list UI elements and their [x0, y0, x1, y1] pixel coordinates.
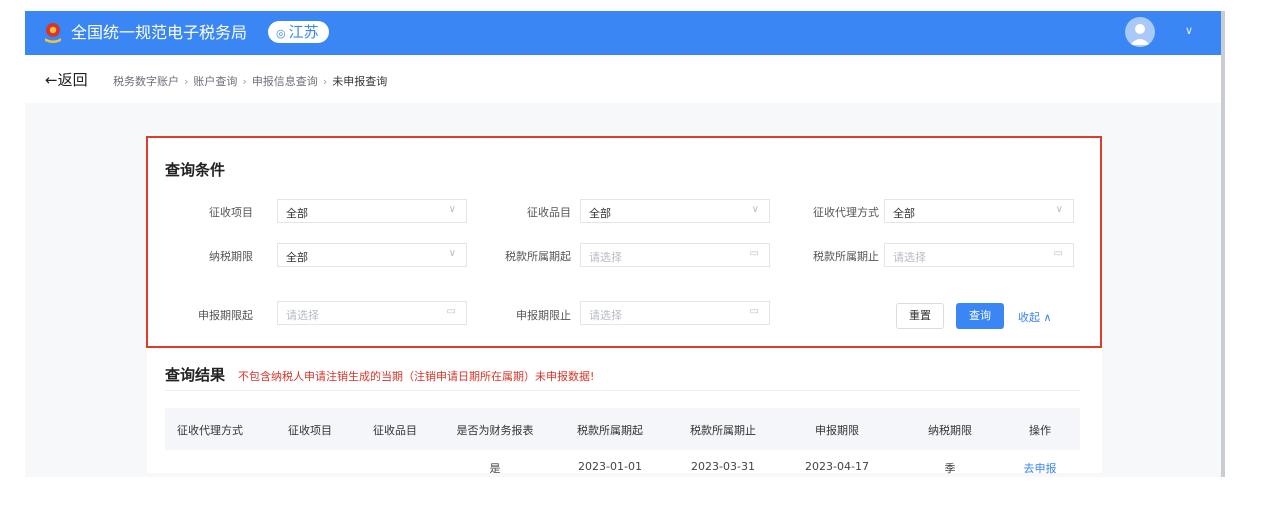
column-header: 税款所属期起: [577, 424, 643, 437]
location-pin-icon: ◎: [276, 27, 286, 40]
table-cell: 2023-04-17: [805, 460, 869, 473]
tax-emblem-icon: [45, 23, 61, 43]
go-declare-link[interactable]: 去申报: [1005, 460, 1075, 476]
breadcrumb-current: 未申报查询: [332, 75, 388, 88]
breadcrumb-item[interactable]: 申报信息查询: [252, 75, 318, 88]
user-icon: [1130, 24, 1150, 45]
region-selector[interactable]: ◎ 江苏: [268, 21, 329, 43]
breadcrumb-separator-icon: ›: [242, 75, 247, 88]
table-header: 征收代理方式 征收项目 征收品目 是否为财务报表 税款所属期起 税款所属期止 申…: [165, 408, 1080, 450]
breadcrumb-item[interactable]: 税务数字账户: [113, 75, 179, 88]
results-notice: 不包含纳税人申请注销生成的当期（注销申请日期所在属期）未申报数据!: [238, 370, 595, 383]
column-header: 征收项目: [288, 424, 332, 437]
back-link[interactable]: ←返回: [45, 69, 88, 90]
top-header: 全国统一规范电子税务局 ◎ 江苏 ∨: [25, 11, 1221, 55]
column-header: 纳税期限: [928, 424, 972, 437]
results-section-title: 查询结果: [165, 366, 226, 384]
highlight-box: [146, 136, 1102, 348]
page-scrollbar[interactable]: [1221, 11, 1225, 477]
table-cell: 是: [489, 462, 501, 475]
column-header: 申报期限: [815, 424, 859, 437]
column-header: 税款所属期止: [690, 424, 756, 437]
table-cell: 2023-03-31: [691, 460, 755, 473]
column-header: 征收代理方式: [177, 424, 243, 437]
column-header: 是否为财务报表: [456, 424, 534, 437]
table-row: 是 2023-01-01 2023-03-31 2023-04-17 季 去申报: [165, 450, 1080, 477]
breadcrumb-item[interactable]: 账户查询: [193, 75, 237, 88]
chevron-down-icon[interactable]: ∨: [1185, 24, 1193, 37]
region-name: 江苏: [288, 23, 319, 41]
breadcrumb-separator-icon: ›: [322, 75, 328, 88]
breadcrumb-separator-icon: ›: [184, 75, 189, 88]
divider: [165, 390, 1080, 391]
column-header: 操作: [1029, 424, 1051, 437]
breadcrumb: 税务数字账户 › 账户查询 › 申报信息查询 › 未申报查询: [113, 73, 387, 89]
breadcrumb-bar: ←返回 税务数字账户 › 账户查询 › 申报信息查询 › 未申报查询: [25, 55, 1221, 103]
table-cell: 季: [944, 462, 956, 475]
user-avatar[interactable]: [1125, 17, 1155, 47]
table-cell: 2023-01-01: [578, 460, 642, 473]
column-header: 征收品目: [373, 424, 417, 437]
site-title: 全国统一规范电子税务局: [71, 23, 248, 42]
